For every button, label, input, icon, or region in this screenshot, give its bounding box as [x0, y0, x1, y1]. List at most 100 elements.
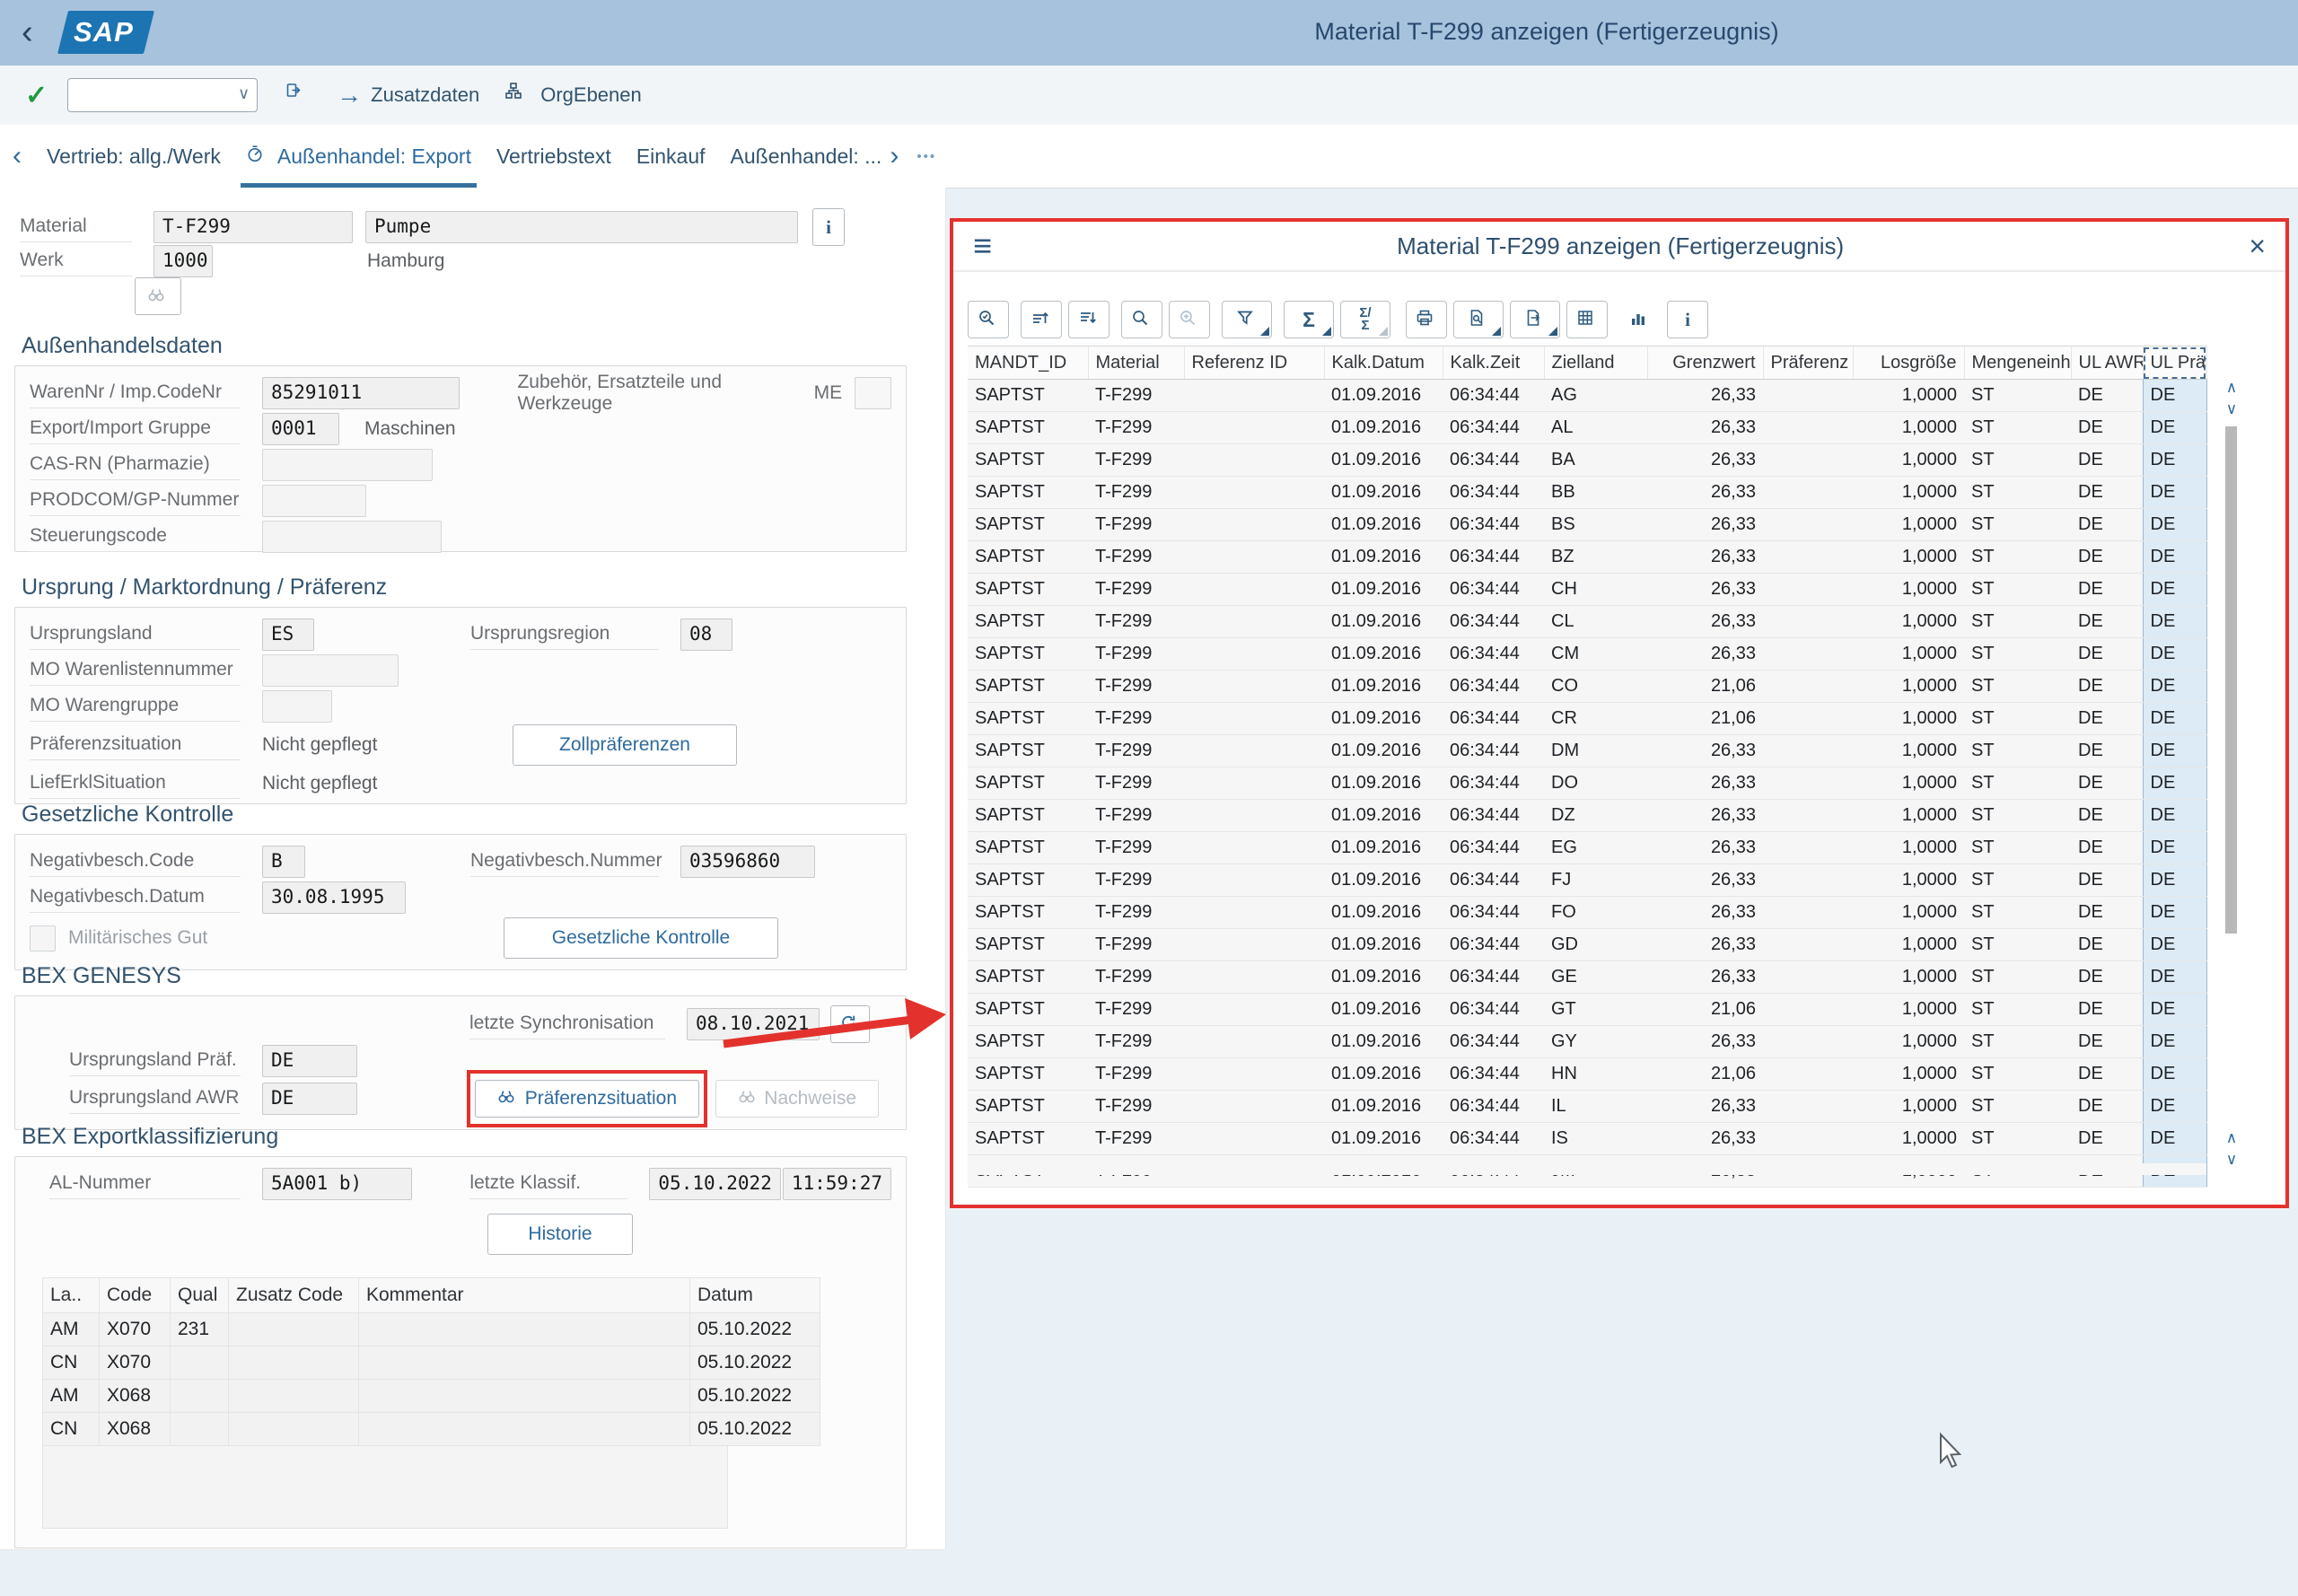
table-row[interactable]: SAPTST T-F299 01.09.2016 06:34:44 GD 26,…: [968, 929, 2206, 961]
choose-layout-button[interactable]: [1566, 301, 1608, 338]
info-button[interactable]: i: [1667, 301, 1708, 338]
scroll-down-icon[interactable]: ∨: [2221, 399, 2242, 418]
zollpraeferenzen-button[interactable]: Zollpräferenzen: [513, 724, 737, 766]
new-session-button[interactable]: [285, 82, 311, 109]
table-row[interactable]: SAPTST T-F299 01.09.2016 06:34:44 BB 26,…: [968, 477, 2206, 509]
tab-einkauf[interactable]: Einkauf: [624, 125, 718, 188]
display-binoculars-button[interactable]: [135, 277, 181, 315]
table-row[interactable]: AM X068 05.10.2022: [43, 1380, 820, 1413]
table-row[interactable]: SAPTST T-F299 01.09.2016 06:34:44 FJ 26,…: [968, 864, 2206, 897]
tab-vertrieb-allg-werk[interactable]: Vertrieb: allg./Werk: [34, 125, 233, 188]
table-row[interactable]: SAPTST T-F299 01.09.2016 06:34:44 HN 21,…: [968, 1058, 2206, 1091]
info-button[interactable]: i: [812, 208, 845, 246]
tab-vertriebstext[interactable]: Vertriebstext: [484, 125, 624, 188]
col-header-code[interactable]: Code: [100, 1278, 171, 1313]
col-header-land[interactable]: La..: [43, 1278, 100, 1313]
werk-field[interactable]: 1000: [153, 245, 213, 277]
scrollbar-thumb[interactable]: [2225, 426, 2237, 934]
negativbesch-code-field[interactable]: B: [262, 846, 305, 878]
col-header-kalk-zeit[interactable]: Kalk.Zeit: [1443, 346, 1544, 380]
col-header-ul-praef[interactable]: UL Präf.: [2143, 346, 2206, 380]
col-header-grenzwert[interactable]: Grenzwert: [1647, 346, 1763, 380]
tabs-scroll-right-icon[interactable]: ›: [890, 141, 899, 171]
tabs-overflow-icon[interactable]: •••: [917, 149, 936, 164]
col-header-praeferenz[interactable]: Präferenz: [1763, 346, 1853, 380]
table-row[interactable]: SAPTST T-F299 01.09.2016 06:34:44 AG 26,…: [968, 380, 2206, 412]
ursprungsland-field[interactable]: ES: [262, 618, 314, 651]
klassif-date-field[interactable]: 05.10.2022: [649, 1168, 780, 1200]
table-row[interactable]: SAPTST T-F299 01.09.2016 06:34:44 EG 26,…: [968, 832, 2206, 864]
al-nummer-field[interactable]: 5A001 b): [262, 1168, 412, 1200]
views-button[interactable]: [1453, 301, 1504, 338]
close-icon[interactable]: ×: [2249, 232, 2266, 260]
command-input[interactable]: ∨: [67, 78, 258, 112]
historie-button[interactable]: Historie: [487, 1214, 633, 1255]
chevron-down-icon[interactable]: ∨: [238, 84, 250, 103]
scroll-down-icon[interactable]: ∨: [2221, 1150, 2242, 1169]
sync-field[interactable]: 08.10.2021: [687, 1008, 820, 1040]
col-header-mengeneinheit[interactable]: Mengeneinheit: [1964, 346, 2071, 380]
col-header-losgroesse[interactable]: Losgröße: [1853, 346, 1964, 380]
praeferenzsituation-button[interactable]: Präferenzsituation: [475, 1080, 699, 1118]
sort-ascending-button[interactable]: [1021, 301, 1062, 338]
table-row[interactable]: SAPTST T-F299 01.09.2016 06:34:44 FO 26,…: [968, 897, 2206, 929]
sum-button[interactable]: Σ: [1284, 301, 1334, 338]
find-button[interactable]: [1121, 301, 1162, 338]
col-header-kommentar[interactable]: Kommentar: [359, 1278, 690, 1313]
sort-descending-button[interactable]: [1068, 301, 1110, 338]
export-gruppe-field[interactable]: 0001: [262, 413, 339, 445]
confirm-check-icon[interactable]: ✓: [25, 80, 48, 111]
table-row[interactable]: SAPTST T-F299 01.09.2016 06:34:44 GY 26,…: [968, 1026, 2206, 1058]
refresh-button[interactable]: [830, 1005, 870, 1043]
material-description-field[interactable]: Pumpe: [365, 211, 798, 243]
me-field[interactable]: [855, 377, 891, 409]
scroll-up-icon[interactable]: ∧: [2221, 1128, 2242, 1147]
col-header-mandt-id[interactable]: MANDT_ID: [968, 346, 1088, 380]
col-header-qual[interactable]: Qual: [171, 1278, 229, 1313]
find-next-button[interactable]: [1169, 301, 1210, 338]
klassif-time-field[interactable]: 11:59:27: [783, 1168, 891, 1200]
table-row[interactable]: SAPTST T-F299 01.09.2016 06:34:44 CL 26,…: [968, 606, 2206, 638]
table-row[interactable]: SAPTST T-F299 01.09.2016 06:34:44 CO 21,…: [968, 671, 2206, 703]
table-row[interactable]: SAPTST T-F299 01.09.2016 06:34:44 BS 26,…: [968, 509, 2206, 541]
casrn-field[interactable]: [262, 449, 433, 481]
table-row[interactable]: SAPTST T-F299 01.09.2016 06:34:44 BZ 26,…: [968, 541, 2206, 574]
scroll-up-icon[interactable]: ∧: [2221, 378, 2242, 397]
col-header-kalk-datum[interactable]: Kalk.Datum: [1324, 346, 1443, 380]
table-row[interactable]: SAPTST T-F299 01.09.2016 06:34:44 CM 26,…: [968, 638, 2206, 671]
steuerungscode-field[interactable]: [262, 521, 442, 553]
tab-aussenhandel-export[interactable]: Außenhandel: Export: [233, 125, 484, 188]
table-row[interactable]: SAPTST T-F299 01.09.2016 06:34:44 GE 26,…: [968, 961, 2206, 994]
ursprungsregion-field[interactable]: 08: [680, 618, 732, 651]
nachweise-button[interactable]: Nachweise: [715, 1080, 879, 1118]
prodcom-field[interactable]: [262, 485, 366, 517]
militaerisches-gut-checkbox[interactable]: [30, 925, 56, 951]
graphics-button[interactable]: [1619, 301, 1661, 338]
subtotals-button[interactable]: Σ/Σ: [1340, 301, 1390, 338]
table-row[interactable]: SAPTST T-F299 01.09.2016 06:34:44 IL 26,…: [968, 1091, 2206, 1123]
warennr-field[interactable]: 85291011: [262, 377, 460, 409]
table-row[interactable]: SAPTST T-F299 01.09.2016 06:34:44 CH 26,…: [968, 574, 2206, 606]
mo-warengruppe-field[interactable]: [262, 690, 332, 723]
col-header-ul-awr[interactable]: UL AWR: [2071, 346, 2143, 380]
menu-icon[interactable]: ≡: [973, 230, 992, 262]
table-row[interactable]: SAPTST T-F299 01.09.2016 06:34:44 DM 26,…: [968, 735, 2206, 767]
filter-button[interactable]: [1222, 301, 1272, 338]
vertical-scrollbar[interactable]: ∧ ∨ ∧ ∨: [2221, 378, 2242, 1173]
export-button[interactable]: [1510, 301, 1560, 338]
gesetzliche-kontrolle-button[interactable]: Gesetzliche Kontrolle: [504, 917, 778, 959]
col-header-zusatz-code[interactable]: Zusatz Code: [229, 1278, 359, 1313]
ursprungsland-awr-field[interactable]: DE: [262, 1083, 357, 1115]
mo-warenlistennummer-field[interactable]: [262, 654, 399, 687]
table-row[interactable]: CN X068 05.10.2022: [43, 1413, 820, 1446]
tab-aussenhandel-more[interactable]: Außenhandel: ... ›: [718, 125, 912, 188]
col-header-zielland[interactable]: Zielland: [1544, 346, 1647, 380]
col-header-datum[interactable]: Datum: [690, 1278, 820, 1313]
tabs-scroll-left-icon[interactable]: ‹: [13, 141, 22, 171]
table-row[interactable]: CN X070 05.10.2022: [43, 1346, 820, 1380]
table-row[interactable]: SAPTST T-F299 01.09.2016 06:34:44 GT 21,…: [968, 994, 2206, 1026]
col-header-referenz-id[interactable]: Referenz ID: [1184, 346, 1324, 380]
table-row[interactable]: SAPTST T-F299 01.09.2016 06:34:44 DZ 26,…: [968, 800, 2206, 832]
table-row[interactable]: AM X070 231 05.10.2022: [43, 1313, 820, 1346]
table-row[interactable]: SAPTST T-F299 01.09.2016 06:34:44 BA 26,…: [968, 444, 2206, 477]
